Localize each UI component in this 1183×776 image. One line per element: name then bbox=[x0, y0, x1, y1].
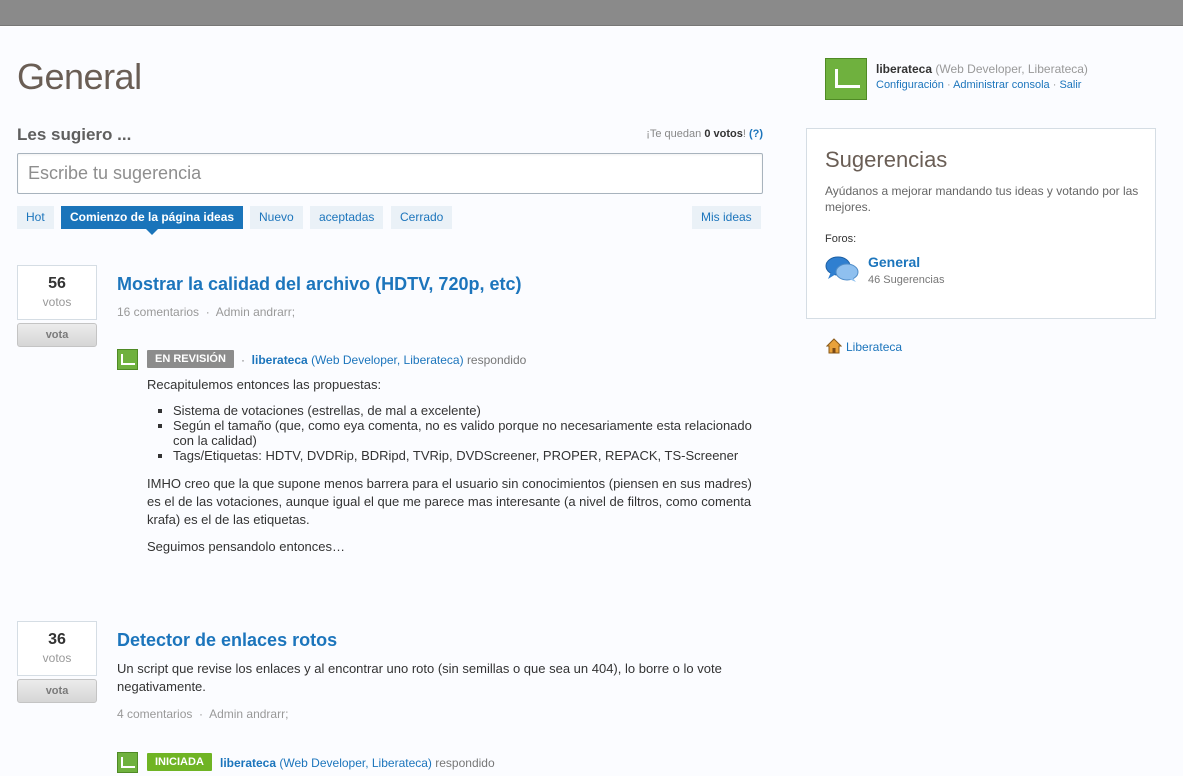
vote-button[interactable]: vota bbox=[17, 679, 97, 703]
response-paragraph: IMHO creo que la que supone menos barrer… bbox=[147, 476, 752, 527]
responder-avatar[interactable] bbox=[117, 349, 138, 370]
meta-separator: · bbox=[199, 707, 204, 721]
votes-remaining-suffix: ! bbox=[742, 128, 746, 140]
admin-link[interactable]: Admin andrarr; bbox=[209, 707, 288, 721]
tab-accepted[interactable]: aceptadas bbox=[310, 206, 384, 229]
votes-remaining: ¡Te quedan 0 votos! (?) bbox=[646, 128, 763, 140]
logout-link[interactable]: Salir bbox=[1059, 79, 1081, 91]
browser-top-bar bbox=[0, 0, 1183, 26]
votes-remaining-prefix: ¡Te quedan bbox=[646, 128, 702, 140]
list-item: Sistema de votaciones (estrellas, de mal… bbox=[173, 403, 761, 418]
responder-name[interactable]: liberateca bbox=[220, 756, 276, 770]
forums-label: Foros: bbox=[825, 233, 857, 245]
idea-title[interactable]: Detector de enlaces rotos bbox=[117, 630, 337, 651]
user-links: Configuración · Administrar consola · Sa… bbox=[876, 79, 1081, 91]
tab-new[interactable]: Nuevo bbox=[250, 206, 303, 229]
tab-my-ideas[interactable]: Mis ideas bbox=[692, 206, 761, 229]
idea-filter-tabs: Hot Comienzo de la página ideas Nuevo ac… bbox=[17, 206, 763, 235]
user-avatar[interactable] bbox=[825, 58, 867, 100]
vote-count: 36 bbox=[48, 631, 66, 648]
comments-link[interactable]: 16 comentarios bbox=[117, 305, 199, 319]
status-badge: EN REVISIÓN bbox=[147, 350, 234, 368]
admin-console-link[interactable]: Administrar consola bbox=[953, 79, 1050, 91]
idea-description: Un script que revise los enlaces y al en… bbox=[117, 661, 722, 694]
response-list: Sistema de votaciones (estrellas, de mal… bbox=[147, 403, 761, 463]
response-header: · liberateca (Web Developer, Liberateca)… bbox=[241, 353, 526, 367]
tab-top-ideas[interactable]: Comienzo de la página ideas bbox=[61, 206, 244, 235]
responder-role[interactable]: (Web Developer, Liberateca) bbox=[279, 756, 432, 770]
response-intro: Recapitulemos entonces las propuestas: bbox=[147, 377, 382, 392]
admin-link[interactable]: Admin andrarr; bbox=[216, 305, 295, 319]
forum-count: 46 Sugerencias bbox=[868, 274, 945, 286]
settings-link[interactable]: Configuración bbox=[876, 79, 944, 91]
response-paragraph: Seguimos pensandolo entonces… bbox=[147, 539, 346, 554]
forum-link-general[interactable]: General bbox=[868, 254, 920, 270]
separator: · bbox=[946, 79, 951, 91]
panel-title: Sugerencias bbox=[825, 147, 948, 172]
panel-description: Ayúdanos a mejorar mandando tus ideas y … bbox=[825, 184, 1139, 214]
votes-remaining-value: 0 votos bbox=[704, 128, 743, 140]
responder-role[interactable]: (Web Developer, Liberateca) bbox=[311, 353, 464, 367]
vote-count-box: 36 votos bbox=[17, 621, 97, 676]
list-item: Según el tamaño (que, como eya comenta, … bbox=[173, 418, 761, 448]
status-badge: INICIADA bbox=[147, 753, 212, 771]
user-name[interactable]: liberateca bbox=[876, 62, 932, 76]
vote-count-box: 56 votos bbox=[17, 265, 97, 320]
responded-label: respondido bbox=[466, 353, 527, 367]
comments-link[interactable]: 4 comentarios bbox=[117, 707, 192, 721]
responded-label: respondido bbox=[435, 756, 495, 770]
home-link[interactable]: Liberateca bbox=[826, 338, 902, 354]
user-role: (Web Developer, Liberateca) bbox=[935, 62, 1088, 76]
idea-title[interactable]: Mostrar la calidad del archivo (HDTV, 72… bbox=[117, 274, 521, 295]
separator: · bbox=[241, 353, 245, 367]
idea-meta: 4 comentarios · Admin andrarr; bbox=[117, 707, 288, 721]
vote-count-label: votos bbox=[42, 651, 72, 665]
user-info: liberateca (Web Developer, Liberateca) bbox=[876, 62, 1088, 76]
speech-bubbles-icon bbox=[825, 256, 859, 282]
home-icon bbox=[826, 338, 842, 354]
responder-avatar[interactable] bbox=[117, 752, 138, 773]
admin-response: Recapitulemos entonces las propuestas: S… bbox=[147, 376, 761, 565]
meta-separator: · bbox=[205, 305, 210, 319]
vote-count-label: votos bbox=[42, 295, 72, 309]
responder-name[interactable]: liberateca bbox=[252, 353, 308, 367]
suggest-label: Les sugiero ... bbox=[17, 125, 132, 144]
separator: · bbox=[1052, 79, 1057, 91]
tab-closed[interactable]: Cerrado bbox=[391, 206, 453, 229]
home-link-label[interactable]: Liberateca bbox=[846, 340, 902, 354]
suggestions-panel: Sugerencias Ayúdanos a mejorar mandando … bbox=[806, 128, 1156, 319]
page-title: General bbox=[17, 56, 142, 97]
suggestion-input[interactable] bbox=[17, 153, 763, 194]
vote-button[interactable]: vota bbox=[17, 323, 97, 347]
response-header: liberateca (Web Developer, Liberateca) r… bbox=[220, 756, 495, 770]
votes-help-link[interactable]: (?) bbox=[749, 128, 763, 140]
list-item: Tags/Etiquetas: HDTV, DVDRip, BDRipd, TV… bbox=[173, 448, 761, 463]
idea-meta: 16 comentarios · Admin andrarr; bbox=[117, 305, 295, 319]
tab-hot[interactable]: Hot bbox=[17, 206, 54, 229]
vote-count: 56 bbox=[48, 275, 66, 292]
